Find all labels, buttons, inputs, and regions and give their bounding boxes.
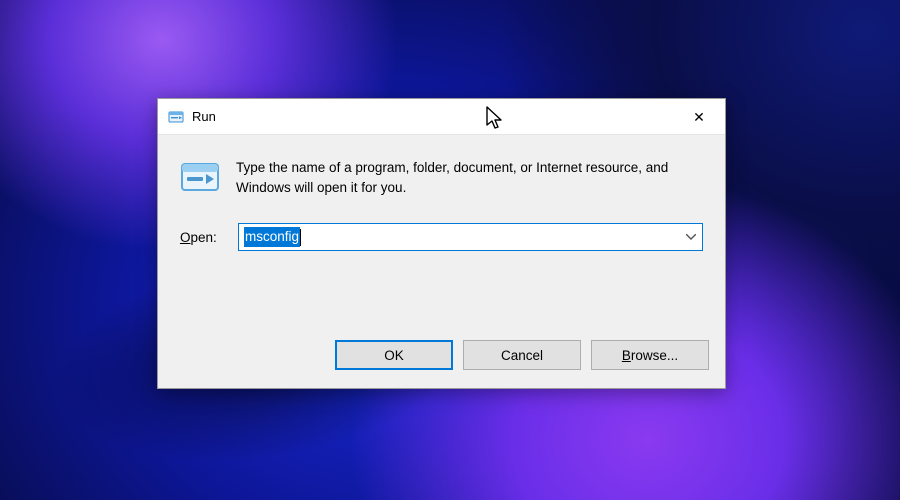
button-row: OK Cancel Browse... — [335, 340, 709, 370]
titlebar[interactable]: Run ✕ — [158, 99, 725, 135]
description-text: Type the name of a program, folder, docu… — [236, 157, 703, 197]
open-input-value: msconfig — [244, 227, 300, 247]
run-dialog: Run ✕ Type the name of a program, folder… — [157, 98, 726, 389]
text-caret — [300, 229, 301, 246]
ok-button[interactable]: OK — [335, 340, 453, 370]
window-title: Run — [192, 109, 216, 124]
cancel-button-label: Cancel — [501, 348, 543, 363]
browse-button[interactable]: Browse... — [591, 340, 709, 370]
chevron-down-icon[interactable] — [680, 224, 702, 250]
browse-button-label: Browse... — [622, 348, 678, 363]
dialog-body: Type the name of a program, folder, docu… — [158, 135, 725, 251]
close-icon: ✕ — [693, 109, 705, 126]
description-row: Type the name of a program, folder, docu… — [180, 157, 703, 197]
run-title-icon — [168, 109, 184, 125]
open-label: Open: — [180, 230, 224, 245]
open-row: Open: msconfig — [180, 223, 703, 251]
open-input[interactable]: msconfig — [239, 224, 680, 250]
cancel-button[interactable]: Cancel — [463, 340, 581, 370]
run-icon — [180, 157, 220, 197]
ok-button-label: OK — [384, 348, 404, 363]
close-button[interactable]: ✕ — [673, 99, 725, 135]
open-combobox[interactable]: msconfig — [238, 223, 703, 251]
